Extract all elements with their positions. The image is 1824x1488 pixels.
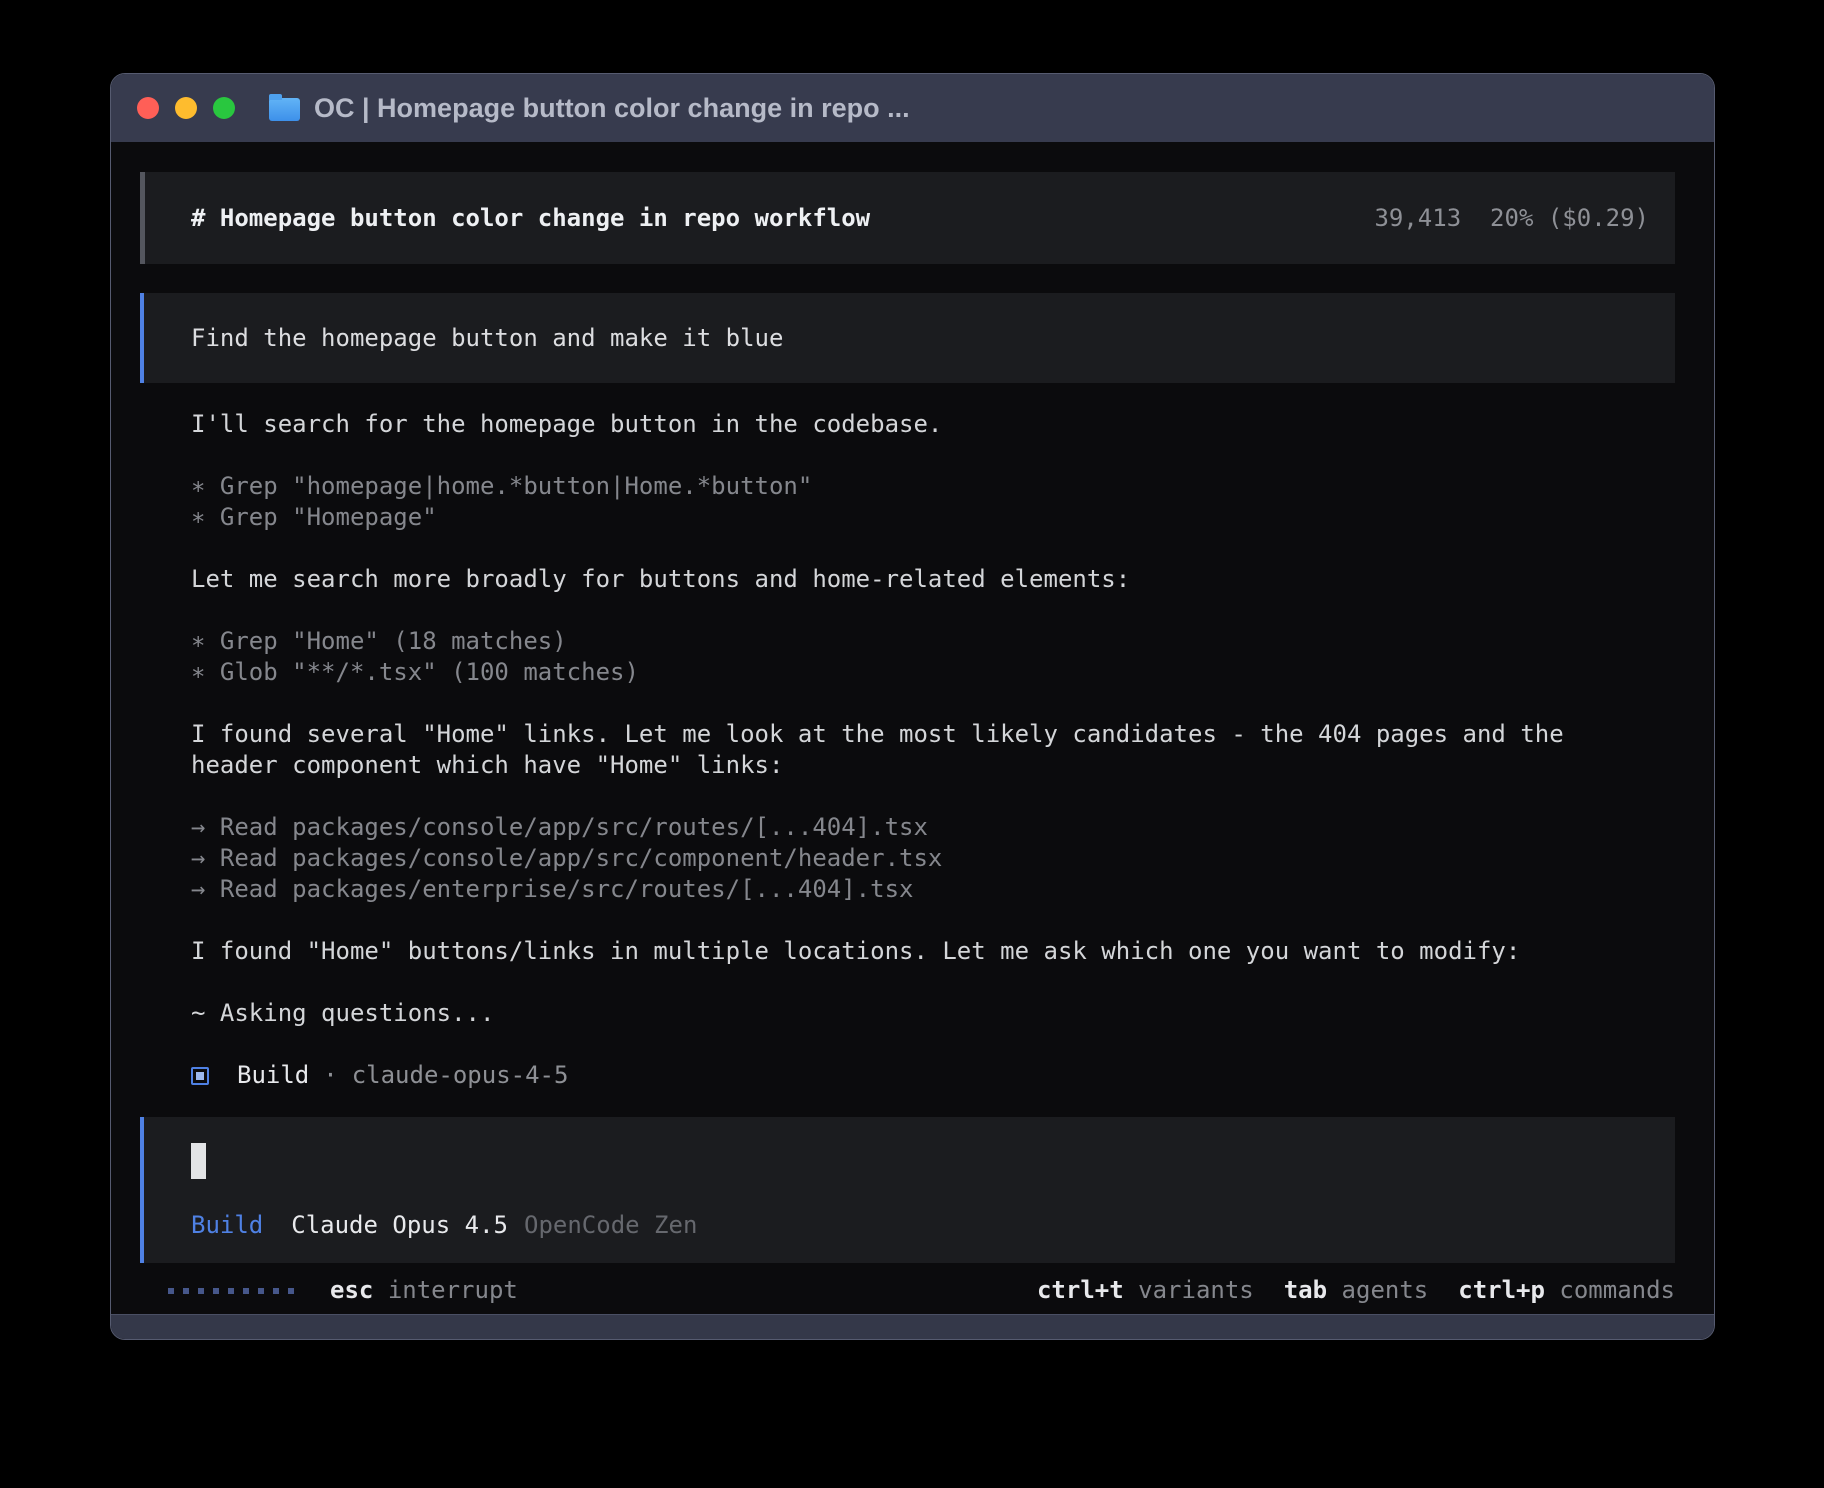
close-button[interactable] bbox=[137, 97, 159, 119]
assistant-text: I found "Home" buttons/links in multiple… bbox=[191, 936, 1675, 967]
terminal-content: # Homepage button color change in repo w… bbox=[111, 142, 1714, 1314]
session-title: # Homepage button color change in repo w… bbox=[191, 203, 870, 234]
hint-key: ctrl+p bbox=[1458, 1276, 1545, 1304]
user-message: Find the homepage button and make it blu… bbox=[140, 293, 1675, 383]
titlebar[interactable]: OC | Homepage button color change in rep… bbox=[111, 74, 1714, 142]
tool-call-grep: ∗ Grep "homepage|home.*button|Home.*butt… bbox=[191, 471, 1675, 533]
minimize-button[interactable] bbox=[175, 97, 197, 119]
hint-action: interrupt bbox=[388, 1276, 518, 1304]
token-stats: 39,413 20% ($0.29) bbox=[1374, 203, 1649, 234]
agent-separator: · bbox=[323, 1060, 337, 1091]
folder-icon bbox=[269, 98, 300, 121]
hint-commands: ctrl+p commands bbox=[1458, 1275, 1675, 1306]
spinner-dot bbox=[288, 1288, 294, 1294]
hint-key: tab bbox=[1284, 1276, 1327, 1304]
composer-model: Claude Opus 4.5 bbox=[291, 1210, 508, 1241]
traffic-lights bbox=[137, 97, 235, 119]
hint-interrupt: esc interrupt bbox=[330, 1275, 518, 1306]
agent-build-icon bbox=[191, 1067, 209, 1085]
hint-action: agents bbox=[1342, 1276, 1429, 1304]
spinner-dots bbox=[168, 1288, 294, 1294]
tool-call-grep-glob: ∗ Grep "Home" (18 matches) ∗ Glob "**/*.… bbox=[191, 626, 1675, 688]
terminal-window: OC | Homepage button color change in rep… bbox=[110, 73, 1715, 1340]
spinner-dot bbox=[168, 1288, 174, 1294]
agent-status-row: Build · claude-opus-4-5 bbox=[140, 1060, 1675, 1091]
status-bar: esc interrupt ctrl+t variants tab agents… bbox=[140, 1275, 1675, 1306]
composer-mode: Build bbox=[191, 1210, 263, 1241]
conversation: I'll search for the homepage button in t… bbox=[140, 409, 1675, 1029]
assistant-text: I found several "Home" links. Let me loo… bbox=[191, 719, 1675, 781]
spinner-dot bbox=[273, 1288, 279, 1294]
text-cursor bbox=[191, 1143, 206, 1179]
hint-key: ctrl+t bbox=[1037, 1276, 1124, 1304]
spinner-dot bbox=[258, 1288, 264, 1294]
hint-action: commands bbox=[1559, 1276, 1675, 1304]
hints-right: ctrl+t variants tab agents ctrl+p comman… bbox=[1037, 1275, 1675, 1306]
composer-meta: Build Claude Opus 4.5 OpenCode Zen bbox=[191, 1210, 1649, 1241]
assistant-text: I'll search for the homepage button in t… bbox=[191, 409, 1675, 440]
session-header: # Homepage button color change in repo w… bbox=[140, 172, 1675, 264]
hint-key: esc bbox=[330, 1276, 373, 1304]
spinner-dot bbox=[198, 1288, 204, 1294]
agent-model: claude-opus-4-5 bbox=[352, 1060, 569, 1091]
prompt-input[interactable]: Build Claude Opus 4.5 OpenCode Zen bbox=[140, 1117, 1675, 1263]
agent-name: Build bbox=[237, 1060, 309, 1091]
spinner-dot bbox=[183, 1288, 189, 1294]
asking-status: ~ Asking questions... bbox=[191, 998, 1675, 1029]
spinner-dot bbox=[228, 1288, 234, 1294]
assistant-text: Let me search more broadly for buttons a… bbox=[191, 564, 1675, 595]
spinner-dot bbox=[243, 1288, 249, 1294]
spinner-dot bbox=[213, 1288, 219, 1294]
composer-provider: OpenCode Zen bbox=[524, 1210, 697, 1241]
hint-action: variants bbox=[1138, 1276, 1254, 1304]
hint-agents: tab agents bbox=[1284, 1275, 1429, 1306]
zoom-button[interactable] bbox=[213, 97, 235, 119]
hint-variants: ctrl+t variants bbox=[1037, 1275, 1254, 1306]
window-bottom-chrome bbox=[111, 1314, 1714, 1339]
user-message-text: Find the homepage button and make it blu… bbox=[191, 323, 783, 354]
tool-call-read: → Read packages/console/app/src/routes/[… bbox=[191, 812, 1675, 905]
window-title: OC | Homepage button color change in rep… bbox=[314, 93, 910, 124]
